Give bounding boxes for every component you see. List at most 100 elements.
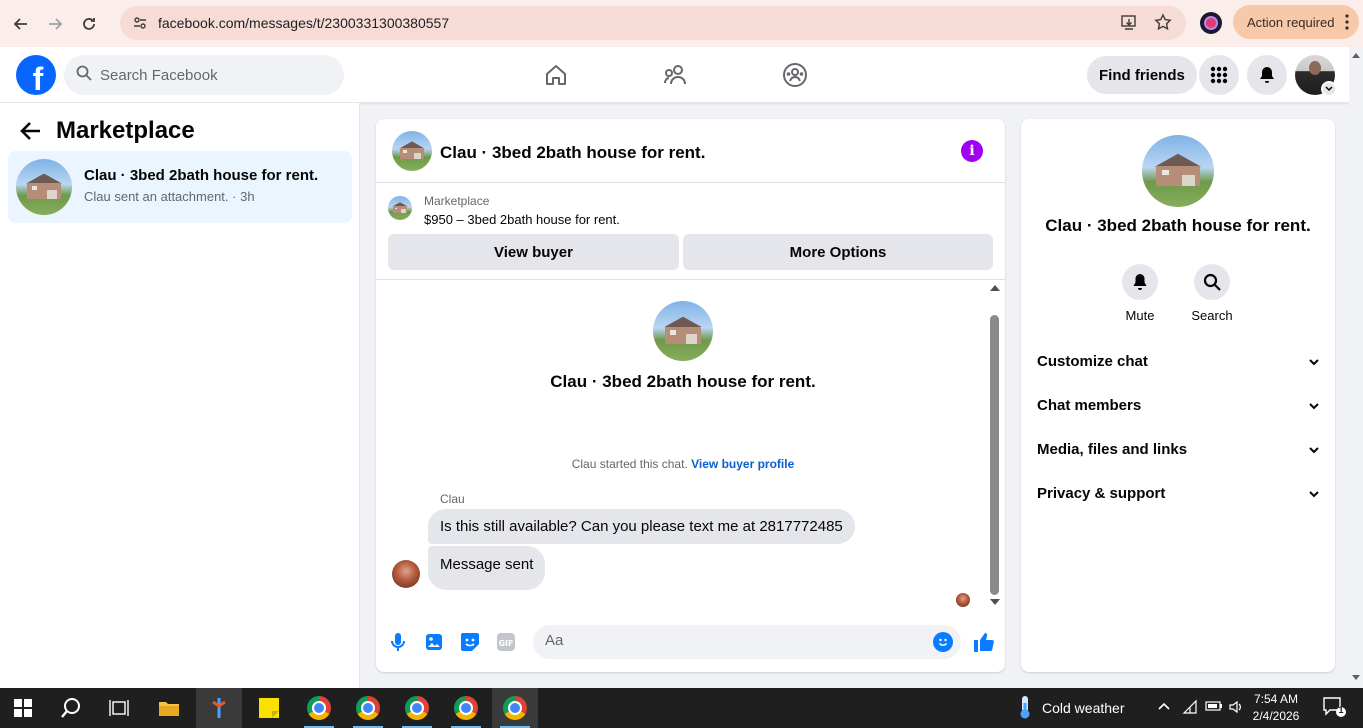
file-explorer-icon[interactable] [146,688,192,728]
friends-icon[interactable] [660,59,692,91]
url-text[interactable]: facebook.com/messages/t/2300331300380557 [158,15,449,31]
account-chevron-icon[interactable] [1321,81,1337,97]
more-options-button[interactable]: More Options [683,234,993,270]
info-thumbnail [1142,135,1214,207]
wifi-icon[interactable] [1182,699,1198,720]
mute-button[interactable]: Mute [1110,264,1170,323]
start-windows-icon[interactable] [0,688,46,728]
info-title: Clau · 3bed 2bath house for rent. [1045,216,1311,235]
page-scroll-up-icon[interactable] [1352,53,1360,58]
mute-bell-icon[interactable] [1122,264,1158,300]
intro-title: Clau · 3bed 2bath house for rent. [550,372,816,391]
chrome-taskbar-icon-active[interactable] [492,688,538,728]
facebook-logo[interactable]: f [16,55,56,97]
search-conversation-button[interactable]: Search [1182,264,1242,323]
browser-toolbar: facebook.com/messages/t/2300331300380557… [0,0,1363,47]
message-input-wrapper[interactable] [533,625,961,659]
bookmark-star-icon[interactable] [1154,13,1172,36]
search-icon[interactable] [1194,264,1230,300]
battery-icon[interactable] [1205,699,1223,718]
message-bubble[interactable]: Is this still available? Can you please … [428,509,855,544]
listing-thumbnail [16,159,72,215]
conversation-info-panel: Clau · 3bed 2bath house for rent. Mute S… [1021,119,1335,672]
notifications-bell-icon[interactable] [1247,55,1287,95]
chrome-taskbar-icon[interactable] [345,688,391,728]
intro-thumbnail [653,301,713,361]
read-receipt-avatar [956,593,970,607]
menu-grid-icon[interactable] [1199,55,1239,95]
thumbs-up-icon[interactable] [972,630,996,654]
view-buyer-profile-link[interactable]: View buyer profile [691,457,794,471]
find-friends-button[interactable]: Find friends [1087,56,1197,94]
page-scroll-down-icon[interactable] [1352,675,1360,680]
notification-center-icon[interactable]: 1 [1322,696,1348,720]
sticky-notes-icon[interactable] [246,688,292,728]
taskbar-search-icon[interactable] [48,688,94,728]
action-required-button[interactable]: Action required [1233,5,1359,39]
sticker-icon[interactable] [459,631,481,653]
back-arrow-icon[interactable] [18,118,44,144]
marketplace-label: Marketplace [424,194,490,208]
thread-subtitle: Clau sent an attachment. · 3h [84,189,255,204]
conversation-title[interactable]: Clau · 3bed 2bath house for rent. [440,143,705,163]
taskbar-app-icon[interactable] [196,688,242,728]
forward-icon[interactable] [42,11,68,37]
message-scrollbar[interactable] [988,281,1002,615]
media-files-links-section[interactable]: Media, files and links [1037,437,1319,461]
listing-price-title[interactable]: $950 – 3bed 2bath house for rent. [424,212,620,227]
chrome-taskbar-icon[interactable] [394,688,440,728]
scroll-up-arrow-icon[interactable] [990,285,1000,291]
search-input[interactable] [100,66,320,84]
address-bar[interactable]: facebook.com/messages/t/2300331300380557 [120,6,1186,40]
weather-widget[interactable]: Cold weather [1018,688,1125,728]
site-settings-icon[interactable] [130,13,150,33]
browser-menu-icon[interactable] [1345,14,1349,33]
page-scrollbar[interactable] [1349,47,1363,688]
extension-icon[interactable] [1200,12,1222,34]
windows-taskbar: Cold weather 7:54 AM 2/4/2026 1 [0,688,1363,728]
groups-icon[interactable] [779,59,811,91]
section-label: Customize chat [1037,352,1148,370]
emoji-icon[interactable] [933,632,953,652]
reload-icon[interactable] [76,11,102,37]
chat-members-section[interactable]: Chat members [1037,393,1319,417]
section-label: Chat members [1037,396,1142,414]
thread-list-item[interactable]: Clau · 3bed 2bath house for rent. Clau s… [8,151,352,223]
chat-started-notice: Clau started this chat. View buyer profi… [376,457,990,471]
tray-chevron-up-icon[interactable] [1157,699,1171,718]
section-label: Privacy & support [1037,484,1166,502]
chevron-down-icon [1309,353,1319,370]
conversation-thumbnail[interactable] [392,131,432,171]
home-icon[interactable] [540,59,572,91]
install-app-icon[interactable] [1120,13,1138,36]
message-thread: Clau · 3bed 2bath house for rent. Clau s… [376,281,1005,615]
privacy-support-section[interactable]: Privacy & support [1037,481,1319,505]
message-bubble[interactable]: Message sent [428,546,546,590]
back-icon[interactable] [8,11,34,37]
search-box[interactable] [64,55,344,95]
message-composer: GIF [376,619,1005,665]
scroll-thumb[interactable] [990,315,999,595]
chrome-taskbar-icon[interactable] [443,688,489,728]
scroll-down-arrow-icon[interactable] [990,599,1000,605]
view-buyer-button[interactable]: View buyer [388,234,679,270]
facebook-header: f Find friends [0,47,1363,103]
chevron-down-icon [1309,441,1319,458]
listing-small-thumbnail [388,196,412,220]
microphone-icon[interactable] [387,631,409,653]
notification-count: 1 [1338,705,1344,715]
photo-icon[interactable] [423,631,445,653]
gif-icon[interactable]: GIF [495,631,517,653]
system-clock[interactable]: 7:54 AM 2/4/2026 [1248,691,1304,725]
customize-chat-section[interactable]: Customize chat [1037,349,1319,373]
task-view-icon[interactable] [96,688,142,728]
volume-icon[interactable] [1228,699,1244,720]
chrome-taskbar-icon[interactable] [296,688,342,728]
info-icon[interactable]: i [961,140,983,162]
conversation-panel: Clau · 3bed 2bath house for rent. i Mark… [376,119,1005,672]
clock-time: 7:54 AM [1253,692,1299,706]
chevron-down-icon [1309,485,1319,502]
sender-avatar[interactable] [392,560,420,588]
message-input[interactable] [545,632,915,649]
marketplace-banner: Marketplace $950 – 3bed 2bath house for … [376,184,1005,280]
